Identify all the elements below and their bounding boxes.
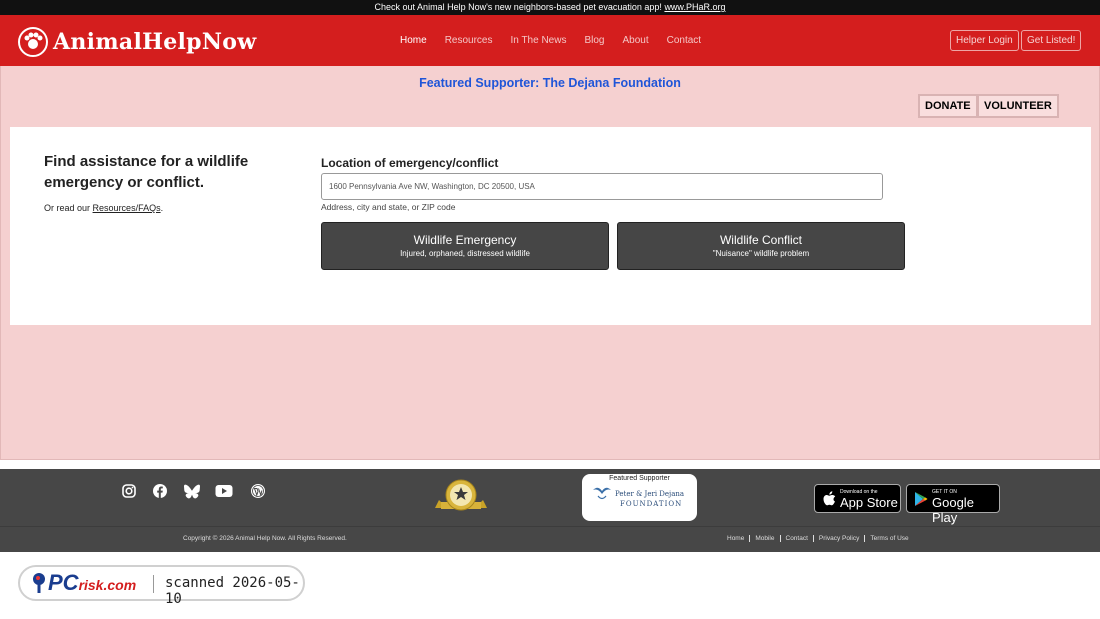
footer-link-contact[interactable]: Contact [781, 535, 814, 542]
site-logo[interactable]: AnimalHelpNow [18, 27, 256, 57]
footer-link-home[interactable]: Home [722, 535, 751, 542]
magnifier-icon [33, 573, 45, 593]
nav-contact[interactable]: Contact [667, 35, 701, 46]
announcement-bar: Check out Animal Help Now's new neighbor… [0, 0, 1100, 15]
google-play-badge[interactable]: GET IT ON Google Play [906, 484, 1000, 525]
guidestar-gold-seal-icon [435, 479, 487, 511]
youtube-icon[interactable] [215, 483, 233, 499]
google-play-icon [915, 492, 928, 506]
stamp-divider [153, 575, 154, 593]
bluesky-icon[interactable] [183, 483, 201, 499]
announcement-text: Check out Animal Help Now's new neighbor… [374, 2, 662, 12]
logo-wordmark: AnimalHelpNow [53, 29, 257, 55]
nav-about[interactable]: About [622, 35, 648, 46]
resources-faqs-link[interactable]: Resources/FAQs [93, 203, 161, 213]
footer-link-mobile[interactable]: Mobile [750, 535, 781, 542]
facebook-icon[interactable] [151, 483, 169, 499]
app-store-badge[interactable]: Download on the App Store [814, 484, 901, 513]
site-footer: Featured Supporter Peter & Jeri Dejana F… [0, 469, 1100, 526]
nav-resources[interactable]: Resources [445, 35, 493, 46]
footer-bottom-bar: Copyright © 2026 Animal Help Now. All Ri… [0, 526, 1100, 552]
pcrisk-scan-stamp: PCrisk.com scanned 2026-05-10 [18, 565, 305, 607]
nav-in-the-news[interactable]: In The News [511, 35, 567, 46]
location-hint: Address, city and state, or ZIP code [321, 202, 456, 212]
wordpress-icon[interactable] [249, 483, 267, 499]
dejana-caption: Featured Supporter [609, 475, 670, 482]
scan-date-text: scanned 2026-05-10 [165, 575, 300, 607]
instagram-icon[interactable] [120, 483, 138, 499]
location-input[interactable] [321, 173, 883, 200]
location-label: Location of emergency/conflict [321, 156, 499, 170]
get-listed-button[interactable]: Get Listed! [1021, 30, 1082, 51]
nav-home[interactable]: Home [400, 35, 427, 46]
dejana-foundation-badge[interactable]: Featured Supporter Peter & Jeri Dejana F… [582, 474, 697, 521]
card-subtext: Or read our Resources/FAQs. [44, 203, 164, 213]
wildlife-emergency-subtitle: Injured, orphaned, distressed wildlife [400, 249, 530, 258]
wildlife-conflict-title: Wildlife Conflict [719, 233, 803, 247]
phar-link[interactable]: www.PHaR.org [664, 2, 725, 12]
featured-supporter-link[interactable]: Featured Supporter: The Dejana Foundatio… [0, 76, 1100, 90]
helper-login-button[interactable]: Helper Login [950, 30, 1019, 51]
footer-link-privacy-policy[interactable]: Privacy Policy [814, 535, 866, 542]
seagull-logo-icon [593, 487, 611, 500]
nav-blog[interactable]: Blog [584, 35, 604, 46]
app-store-big-text: App Store [840, 495, 898, 510]
dejana-foundation-word: FOUNDATION [620, 500, 683, 508]
main-nav: Home Resources In The News Blog About Co… [400, 15, 719, 66]
paw-logo-icon [18, 27, 48, 57]
apple-icon [823, 491, 836, 506]
search-card: Find assistance for a wildlife emergency… [10, 127, 1091, 325]
card-title: Find assistance for a wildlife emergency… [44, 153, 249, 191]
wildlife-emergency-title: Wildlife Emergency [413, 233, 517, 247]
wildlife-conflict-button[interactable]: Wildlife Conflict "Nuisance" wildlife pr… [617, 222, 905, 270]
pcrisk-brand: PCrisk.com [48, 570, 137, 595]
volunteer-button[interactable]: VOLUNTEER [977, 94, 1059, 118]
dejana-name: Peter & Jeri Dejana [615, 490, 685, 498]
footer-link-terms-of-use[interactable]: Terms of Use [865, 535, 913, 542]
site-header: AnimalHelpNow Home Resources In The News… [0, 15, 1100, 66]
footer-links: Home Mobile Contact Privacy Policy Terms… [722, 535, 914, 542]
wildlife-conflict-subtitle: "Nuisance" wildlife problem [712, 249, 810, 258]
donate-button[interactable]: DONATE [918, 94, 978, 118]
copyright-text: Copyright © 2026 Animal Help Now. All Ri… [183, 535, 347, 542]
google-play-big-text: Google Play [932, 495, 974, 525]
wildlife-emergency-button[interactable]: Wildlife Emergency Injured, orphaned, di… [321, 222, 609, 270]
